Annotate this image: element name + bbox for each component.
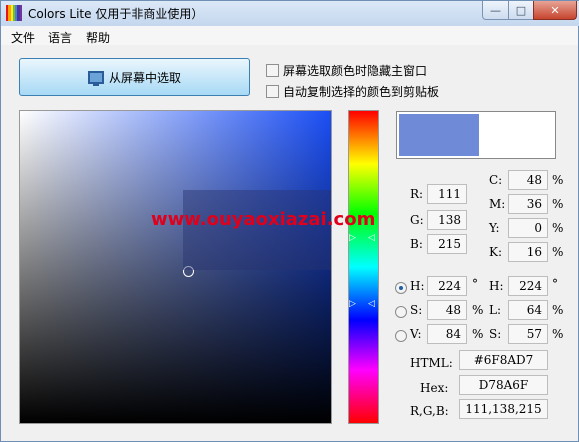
- color-swatch: [399, 114, 479, 156]
- rgb-r-label: R:: [410, 187, 424, 201]
- rgb-g-label: G:: [410, 213, 424, 227]
- hsv-h-field[interactable]: 224: [427, 276, 467, 296]
- close-icon: ✕: [550, 3, 560, 17]
- hue-slider[interactable]: [348, 110, 379, 424]
- app-rainbow-icon: [6, 5, 22, 21]
- hls-h-label: H:: [489, 279, 504, 293]
- hue-marker-left-icon[interactable]: ▷: [349, 233, 356, 243]
- html-code-label: HTML:: [410, 356, 453, 370]
- close-button[interactable]: ✕: [533, 1, 577, 20]
- picker-overlay-shade: [183, 190, 331, 270]
- hsv-s-unit: %: [472, 303, 484, 317]
- hsv-s-radio[interactable]: [395, 306, 407, 318]
- maximize-icon: □: [515, 3, 527, 17]
- hls-s-label: S:: [489, 327, 502, 341]
- auto-copy-checkbox[interactable]: [266, 85, 279, 98]
- cmyk-y-label: Y:: [489, 221, 500, 235]
- html-code-field[interactable]: #6F8AD7: [459, 350, 548, 370]
- hue-marker-right-icon[interactable]: ◁: [368, 233, 375, 243]
- rgb-b-field[interactable]: 215: [427, 234, 467, 254]
- hide-window-option[interactable]: 屏幕选取颜色时隐藏主窗口: [266, 62, 427, 79]
- hls-l-unit: %: [552, 303, 564, 317]
- cmyk-k-unit: %: [552, 245, 564, 259]
- pick-from-screen-button[interactable]: 从屏幕中选取: [19, 58, 250, 96]
- hex-code-field[interactable]: D78A6F: [459, 375, 548, 395]
- menu-file[interactable]: 文件: [11, 29, 35, 46]
- hls-l-label: L:: [489, 303, 502, 317]
- window-title: Colors Lite 仅用于非商业使用）: [28, 7, 204, 21]
- hsv-v-label: V:: [410, 327, 422, 341]
- hsv-s-field[interactable]: 48: [427, 300, 467, 320]
- cmyk-m-unit: %: [552, 197, 564, 211]
- cmyk-k-field[interactable]: 16: [508, 242, 548, 262]
- hls-h-unit: °: [552, 277, 558, 291]
- hue-marker-left-icon[interactable]: ▷: [349, 299, 356, 309]
- rgb-g-field[interactable]: 138: [427, 210, 467, 230]
- auto-copy-option[interactable]: 自动复制选择的颜色到剪贴板: [266, 83, 439, 100]
- auto-copy-label: 自动复制选择的颜色到剪贴板: [283, 85, 440, 99]
- hex-code-label: Hex:: [420, 381, 449, 395]
- menu-language[interactable]: 语言: [48, 29, 72, 46]
- cmyk-m-field[interactable]: 36: [508, 194, 548, 214]
- rgb-triplet-label: R,G,B:: [410, 404, 449, 418]
- maximize-button[interactable]: □: [508, 1, 534, 20]
- cmyk-k-label: K:: [489, 245, 503, 259]
- hsv-v-field[interactable]: 84: [427, 324, 467, 344]
- app-icon-stripe: [19, 5, 22, 21]
- cmyk-y-field[interactable]: 0: [508, 218, 548, 238]
- hsv-v-radio[interactable]: [395, 330, 407, 342]
- monitor-icon: [87, 70, 104, 86]
- cmyk-m-label: M:: [489, 197, 506, 211]
- hsv-h-unit: °: [472, 277, 478, 291]
- hls-l-field[interactable]: 64: [508, 300, 548, 320]
- hls-s-unit: %: [552, 327, 564, 341]
- pick-from-screen-label: 从屏幕中选取: [108, 70, 181, 85]
- rgb-r-field[interactable]: 111: [427, 184, 467, 204]
- hsv-s-label: S:: [410, 303, 423, 317]
- cmyk-c-field[interactable]: 48: [508, 170, 548, 190]
- rgb-b-label: B:: [410, 237, 423, 251]
- hsv-h-radio[interactable]: [395, 282, 407, 294]
- colors-lite-window: Colors Lite 仅用于非商业使用） — □ ✕ 文件 语言 帮助 从屏幕…: [0, 0, 579, 442]
- minimize-icon: —: [490, 3, 501, 17]
- color-preview-box: [396, 111, 556, 159]
- menu-bar: 文件 语言 帮助: [1, 26, 578, 45]
- hsv-v-unit: %: [472, 327, 484, 341]
- cmyk-y-unit: %: [552, 221, 564, 235]
- cmyk-c-unit: %: [552, 173, 564, 187]
- hide-window-label: 屏幕选取颜色时隐藏主窗口: [283, 64, 428, 78]
- minimize-button[interactable]: —: [482, 1, 509, 20]
- cmyk-c-label: C:: [489, 173, 503, 187]
- menu-help[interactable]: 帮助: [86, 29, 110, 46]
- hide-window-checkbox[interactable]: [266, 64, 279, 77]
- hue-marker-right-icon[interactable]: ◁: [368, 299, 375, 309]
- title-bar[interactable]: Colors Lite 仅用于非商业使用） — □ ✕: [1, 1, 579, 26]
- watermark: www.ouyaoxiazai.com: [151, 209, 376, 230]
- hls-s-field[interactable]: 57: [508, 324, 548, 344]
- hls-h-field[interactable]: 224: [508, 276, 548, 296]
- hsv-h-label: H:: [410, 279, 425, 293]
- rgb-triplet-field[interactable]: 111,138,215: [459, 399, 548, 419]
